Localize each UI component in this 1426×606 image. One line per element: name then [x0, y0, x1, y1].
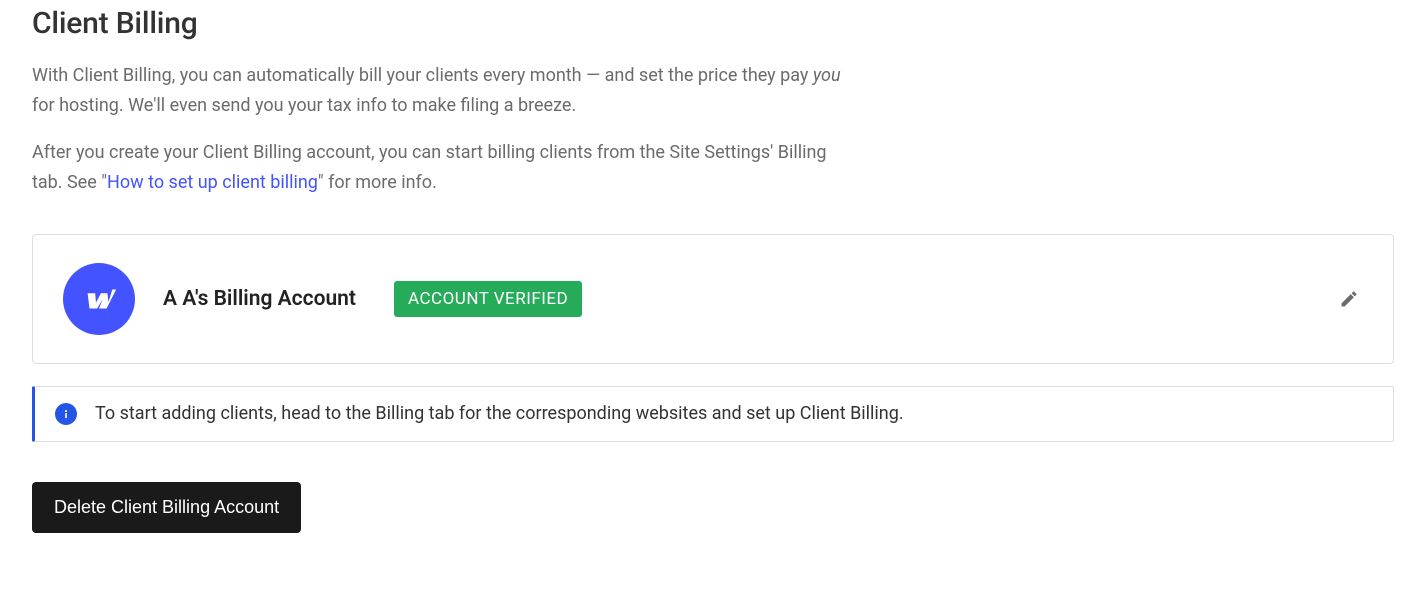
intro-text: With Client Billing, you can automatical… — [32, 65, 813, 86]
intro-emphasis: you — [813, 65, 841, 86]
account-verified-badge: ACCOUNT VERIFIED — [394, 281, 582, 317]
webflow-logo-icon — [63, 263, 135, 335]
intro-text: " for more info. — [318, 172, 437, 193]
setup-client-billing-link[interactable]: How to set up client billing — [107, 172, 318, 193]
intro-paragraph-2: After you create your Client Billing acc… — [32, 138, 852, 197]
delete-client-billing-button[interactable]: Delete Client Billing Account — [32, 482, 301, 533]
pencil-icon — [1339, 289, 1359, 309]
info-icon — [55, 403, 77, 425]
account-name: A A's Billing Account — [163, 287, 356, 311]
info-banner: To start adding clients, head to the Bil… — [32, 386, 1394, 442]
page-title: Client Billing — [32, 6, 1394, 41]
intro-paragraph-1: With Client Billing, you can automatical… — [32, 61, 852, 120]
edit-account-button[interactable] — [1335, 285, 1363, 313]
intro-text: for hosting. We'll even send you your ta… — [32, 95, 576, 116]
billing-account-card: A A's Billing Account ACCOUNT VERIFIED — [32, 234, 1394, 364]
info-banner-text: To start adding clients, head to the Bil… — [95, 403, 904, 424]
